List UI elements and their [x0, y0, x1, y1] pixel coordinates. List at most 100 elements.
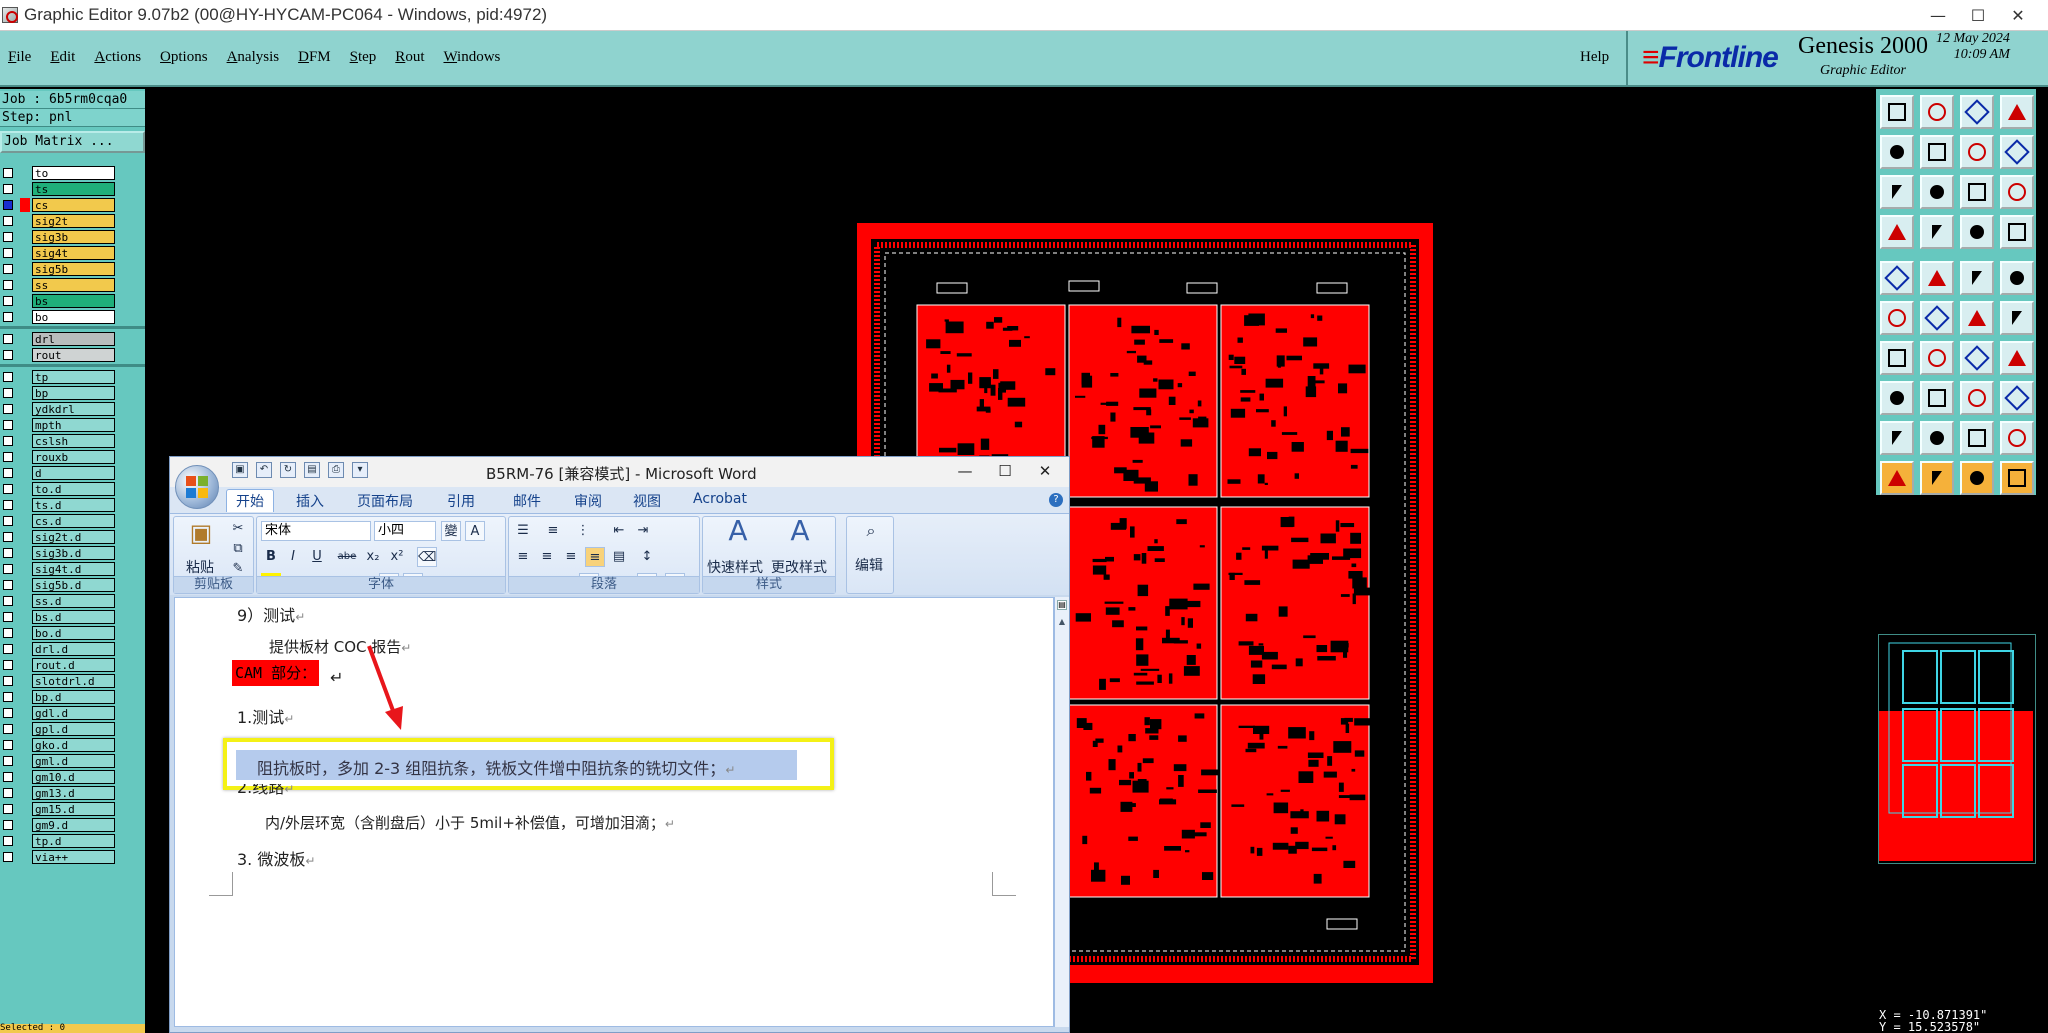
layer-row[interactable]: gm9.d [0, 817, 145, 833]
layer-row[interactable]: gdl.d [0, 705, 145, 721]
copy-icon[interactable]: ⧉ [228, 539, 248, 559]
layer-checkbox[interactable] [3, 372, 13, 382]
numbering-icon[interactable]: ≡ [543, 521, 563, 541]
layer-checkbox[interactable] [3, 612, 13, 622]
layer-checkbox[interactable] [3, 184, 13, 194]
tab-acrobat[interactable]: Acrobat [693, 491, 747, 507]
layer-name[interactable]: to.d [32, 482, 115, 496]
layer-name[interactable]: sig3b.d [32, 546, 115, 560]
layer-row[interactable]: rout.d [0, 657, 145, 673]
triangle-b-tool-button[interactable] [1960, 421, 1994, 455]
film-tool-button[interactable] [1960, 261, 1994, 295]
align-center-icon[interactable]: ≡ [537, 547, 557, 567]
distributed-icon[interactable]: ▤ [609, 547, 629, 567]
layer-name[interactable]: gml.d [32, 754, 115, 768]
menu-edit[interactable]: Edit [50, 49, 75, 66]
tab-review[interactable]: 审阅 [574, 491, 602, 511]
layer-row[interactable]: drl.d [0, 641, 145, 657]
layer-row[interactable]: ydkdrl [0, 401, 145, 417]
connect-tool-button[interactable] [1880, 301, 1914, 335]
layer-name[interactable]: tp [32, 370, 115, 384]
layer-name[interactable]: slotdrl.d [32, 674, 115, 688]
layer-checkbox[interactable] [3, 788, 13, 798]
layer-checkbox[interactable] [3, 852, 13, 862]
cross-tool-button[interactable] [1920, 301, 1954, 335]
layer-checkbox[interactable] [3, 676, 13, 686]
triangle-tool-button[interactable] [1880, 421, 1914, 455]
maximize-button[interactable]: ☐ [1958, 0, 1998, 31]
minimize-button[interactable]: — [1918, 0, 1958, 31]
open-tool-button[interactable] [1920, 95, 1954, 129]
cut-icon[interactable]: ✂ [228, 519, 248, 539]
layer-name[interactable]: cs.d [32, 514, 115, 528]
layer-checkbox[interactable] [3, 216, 13, 226]
layer-row[interactable]: gm10.d [0, 769, 145, 785]
edit-button[interactable]: 编辑 [855, 555, 883, 575]
menu-rout[interactable]: Rout [395, 49, 424, 66]
home-tool-button[interactable] [1880, 95, 1914, 129]
menu-dfm[interactable]: DFM [298, 49, 331, 66]
scale-tool-button[interactable] [1960, 175, 1994, 209]
layer-row[interactable]: d [0, 465, 145, 481]
zoom-fit-tool-button[interactable] [1880, 175, 1914, 209]
layer-name[interactable]: ts [32, 182, 115, 196]
script-tool-button[interactable] [2000, 135, 2034, 169]
mirror-tool-button[interactable] [1960, 381, 1994, 415]
ruler-toggle-icon[interactable]: ▤ [1057, 600, 1067, 610]
grid-tool-button[interactable] [1920, 215, 1954, 249]
print-icon[interactable]: ⎙ [328, 462, 344, 478]
layer-checkbox[interactable] [3, 484, 13, 494]
menu-analysis[interactable]: Analysis [227, 49, 280, 66]
paste-button[interactable]: 粘贴 [186, 557, 214, 577]
layer-name[interactable]: ss.d [32, 594, 115, 608]
layer-name[interactable]: sig5b [32, 262, 115, 276]
menu-file[interactable]: File [8, 49, 31, 66]
find-icon[interactable]: ⌕ [859, 521, 883, 545]
layer-row[interactable]: ts [0, 181, 145, 197]
layer-checkbox[interactable] [3, 596, 13, 606]
strikethrough-button[interactable]: abe [337, 547, 357, 567]
layer-checkbox[interactable] [3, 420, 13, 430]
layer-name[interactable]: rout [32, 348, 115, 362]
layer-checkbox[interactable] [3, 404, 13, 414]
underline-button[interactable]: U [307, 547, 327, 567]
menu-windows[interactable]: Windows [443, 49, 500, 66]
window-tool-button[interactable] [2000, 95, 2034, 129]
pointer-4-tool-button[interactable] [2000, 461, 2034, 495]
layer-checkbox[interactable] [3, 660, 13, 670]
pointer-2-tool-button[interactable] [1920, 461, 1954, 495]
layer-row[interactable]: rouxb [0, 449, 145, 465]
tab-mailings[interactable]: 邮件 [513, 491, 541, 511]
layer-row[interactable]: via++ [0, 849, 145, 865]
layer-checkbox[interactable] [3, 644, 13, 654]
layer-row[interactable]: bo.d [0, 625, 145, 641]
layer-row[interactable]: sig2t [0, 213, 145, 229]
minus-tool-button[interactable] [1920, 381, 1954, 415]
pan-tool-button[interactable] [1920, 175, 1954, 209]
undo-icon[interactable]: ↶ [256, 462, 272, 478]
layer-name[interactable]: ydkdrl [32, 402, 115, 416]
arc-tool-button[interactable] [1960, 341, 1994, 375]
change-styles-button[interactable]: 更改样式 [771, 557, 827, 577]
layer-row[interactable]: ss.d [0, 593, 145, 609]
dot-tool-button[interactable] [2000, 261, 2034, 295]
multilevel-list-icon[interactable]: ⋮ [573, 521, 593, 541]
layer-checkbox[interactable] [3, 836, 13, 846]
layer-name[interactable]: tp.d [32, 834, 115, 848]
layer-row[interactable]: gpl.d [0, 721, 145, 737]
justify-icon[interactable]: ≡ [585, 547, 605, 567]
bullets-icon[interactable]: ☰ [513, 521, 533, 541]
layer-checkbox[interactable] [3, 200, 13, 210]
layer-row[interactable]: sig5b [0, 261, 145, 277]
layer-checkbox[interactable] [3, 772, 13, 782]
text-tool-button[interactable] [2000, 341, 2034, 375]
layer-name[interactable]: sig2t.d [32, 530, 115, 544]
layer-name[interactable]: bp [32, 386, 115, 400]
layer-name[interactable]: rouxb [32, 450, 115, 464]
layer-row[interactable]: ss [0, 277, 145, 293]
layer-row[interactable]: tp [0, 369, 145, 385]
layer-row[interactable]: sig2t.d [0, 529, 145, 545]
layer-checkbox[interactable] [3, 436, 13, 446]
house-tool-button[interactable] [1960, 95, 1994, 129]
layer-row[interactable]: mpth [0, 417, 145, 433]
